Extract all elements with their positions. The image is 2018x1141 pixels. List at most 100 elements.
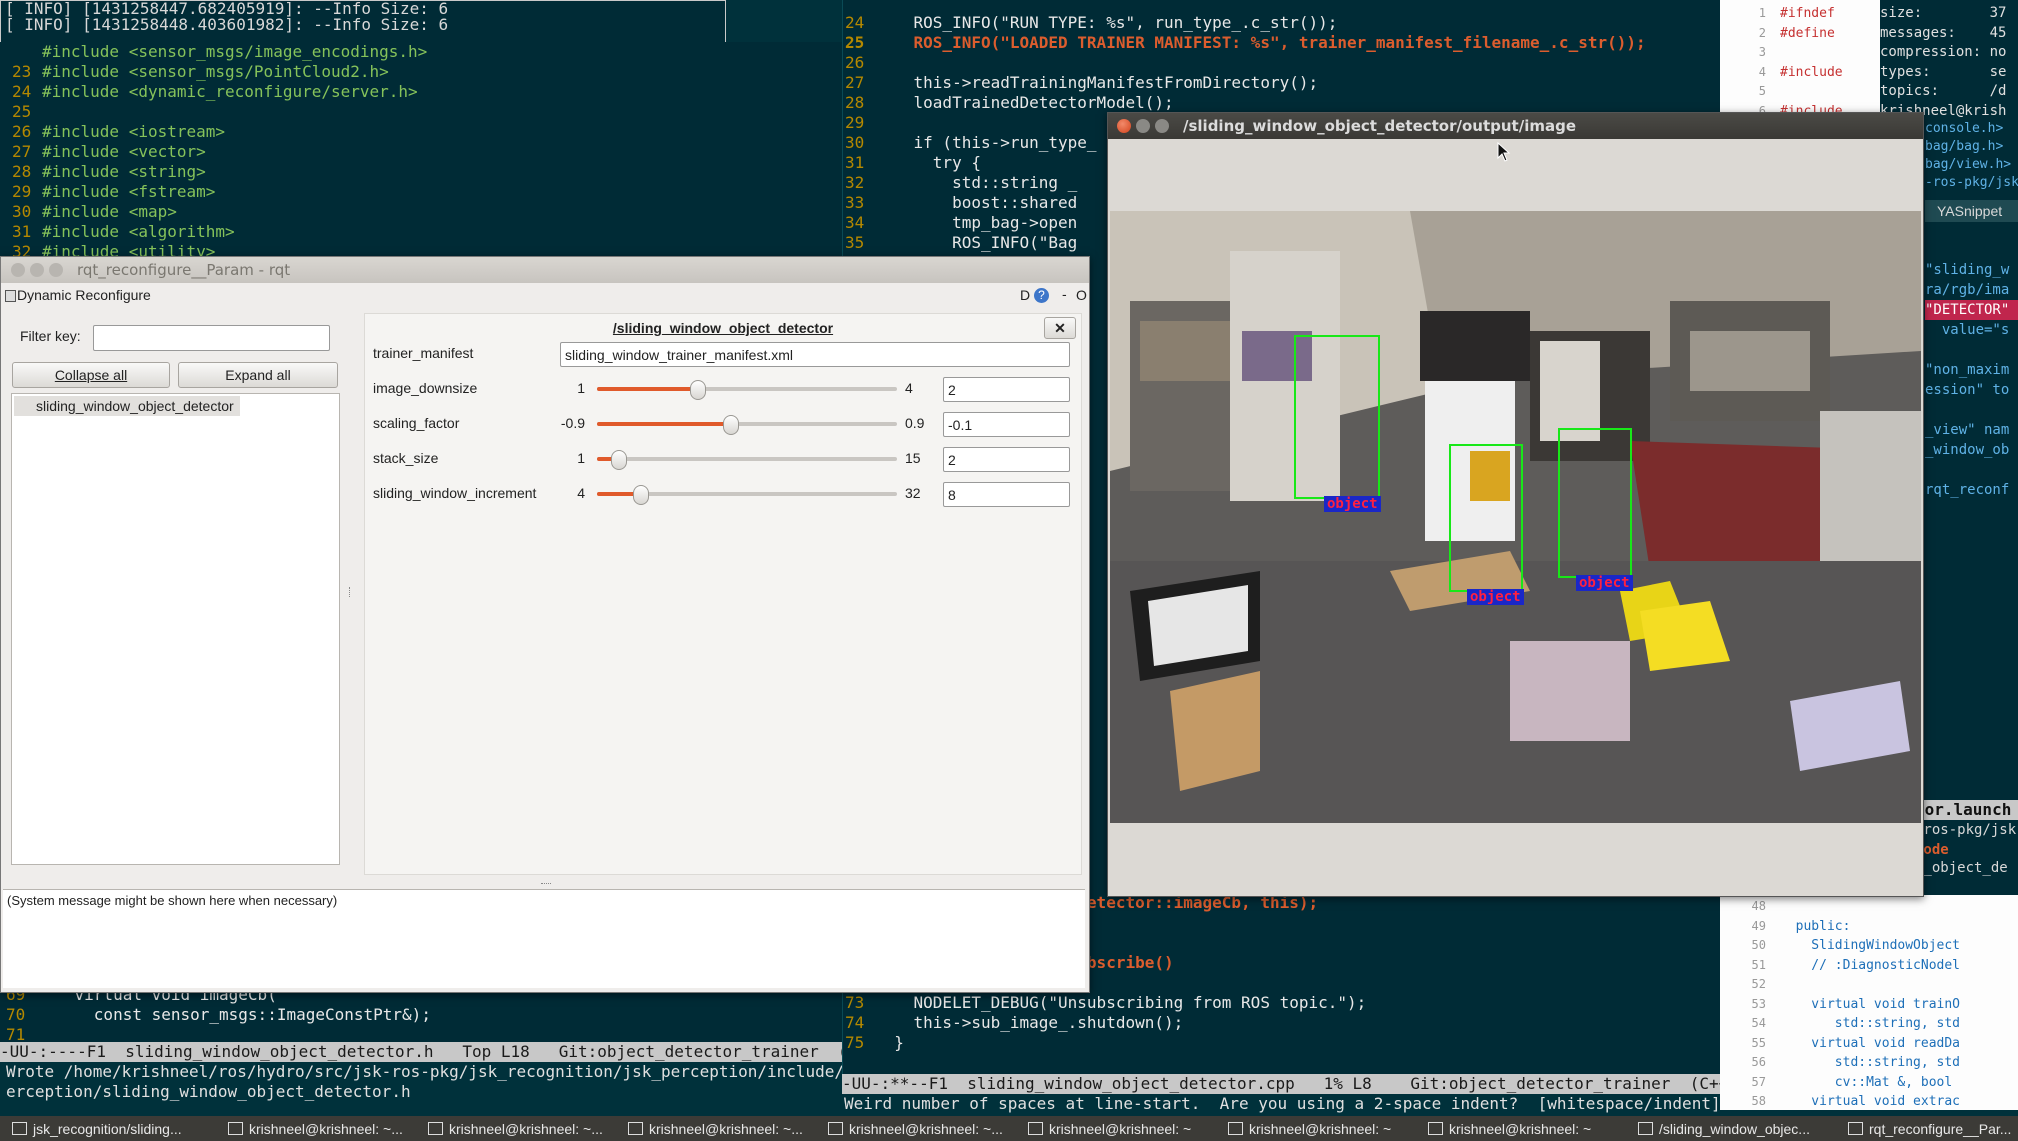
left-editor-bottom[interactable]: 69 virtual void imageCb(70 const sensor_… [0, 985, 842, 1045]
plugin-d-button[interactable]: D [1020, 287, 1030, 303]
line-number: 73 [845, 993, 865, 1012]
code-text: std::string, std [1780, 1016, 1961, 1031]
maximize-icon[interactable] [49, 263, 63, 277]
close-icon[interactable] [11, 263, 25, 277]
status-splitter[interactable] [541, 883, 551, 886]
close-icon[interactable] [1117, 119, 1131, 133]
code-line: 52 [1720, 975, 2018, 995]
window-icon [1028, 1122, 1043, 1135]
line-number: 74 [845, 1013, 865, 1032]
slider-max-label: 0.9 [905, 415, 925, 431]
code-line: 56 std::string, std [1720, 1053, 2018, 1073]
tree-item[interactable]: sliding_window_object_detector [14, 396, 240, 416]
line-number: 58 [1751, 1094, 1766, 1108]
snippet-line: -ros-pkg/jsk [1925, 175, 2018, 190]
code-text: virtual void readDa [1780, 1035, 1961, 1051]
param-slider[interactable] [597, 412, 897, 437]
bag-info-line: types: se [1880, 63, 2007, 80]
param-value-input[interactable]: -0.1 [943, 412, 1070, 437]
line-number: 5 [1758, 84, 1766, 98]
bag-info-line: topics: /d [1880, 83, 2007, 99]
plugin-minimize-button[interactable]: - [1062, 286, 1067, 302]
close-node-button[interactable]: ✕ [1044, 317, 1076, 339]
slider-handle[interactable] [611, 450, 628, 470]
code-line: 30 #include <map> [12, 202, 842, 222]
taskbar-item[interactable]: krishneel@krishneel: ~ [1228, 1119, 1418, 1139]
code-text: #include <utility> [42, 242, 216, 257]
line-number: 31 [845, 153, 865, 172]
taskbar-item-label: krishneel@krishneel: ~ [1249, 1121, 1392, 1137]
collapse-all-button[interactable]: Collapse all [12, 362, 170, 388]
param-value-input[interactable]: 8 [943, 482, 1070, 507]
line-number: 1 [1758, 6, 1766, 20]
code-line: 2 #define [1720, 24, 1880, 44]
line-number: 2 [1758, 25, 1766, 40]
line-number: 28 [12, 162, 32, 181]
code-text: if (this->run_type_ [875, 133, 1097, 152]
minimize-icon[interactable] [1136, 119, 1150, 133]
taskbar-item[interactable]: krishneel@krishneel: ~ [1428, 1119, 1618, 1139]
launch-line: rqt_reconf [1925, 482, 2010, 498]
expand-all-button[interactable]: Expand all [178, 362, 338, 388]
node-tree[interactable]: sliding_window_object_detector [11, 393, 340, 865]
splitter-handle[interactable] [349, 587, 353, 597]
launch-line: "DETECTOR" [1925, 300, 2018, 320]
detection-label: object [1467, 589, 1524, 605]
param-value-input[interactable]: 2 [943, 447, 1070, 472]
taskbar-item[interactable]: jsk_recognition/sliding... [12, 1119, 217, 1139]
rqt-window[interactable]: rqt_reconfigure__Param - rqt Dynamic Rec… [0, 256, 1090, 993]
taskbar-item[interactable]: krishneel@krishneel: ~... [428, 1119, 618, 1139]
terminal-line: [ INFO] [1431258448.403601982]: --Info S… [5, 15, 449, 34]
taskbar-item[interactable]: krishneel@krishneel: ~... [828, 1119, 1018, 1139]
slider-max-label: 32 [905, 485, 921, 501]
plugin-header: Dynamic Reconfigure D ? - O [1, 283, 1089, 309]
code-text: public: [1780, 918, 1851, 934]
taskbar-item[interactable]: rqt_reconfigure__Par... [1848, 1119, 2013, 1139]
code-line: 75 } [845, 1033, 1721, 1053]
launch-line: ession" to [1925, 382, 2010, 398]
slider-handle[interactable] [689, 380, 706, 400]
middle-minibuffer: Weird number of spaces at line-start. Ar… [844, 1094, 1720, 1113]
code-line: 24 #include <dynamic_reconfigure/server.h… [12, 82, 842, 102]
image-view-titlebar[interactable]: /sliding_window_object_detector/output/i… [1108, 113, 1923, 139]
param-value-input[interactable]: 2 [943, 377, 1070, 402]
filter-key-input[interactable] [93, 325, 330, 351]
slider-min-label: -0.9 [560, 415, 585, 431]
line-number: 29 [12, 182, 32, 201]
code-text: #include <iostream> [42, 122, 226, 141]
snippet-line: bag/bag.h> [1925, 139, 2004, 154]
line-number: 24 [845, 13, 865, 32]
taskbar-item[interactable]: /sliding_window_objec... [1638, 1119, 1838, 1139]
slider-handle[interactable] [723, 415, 740, 435]
param-slider[interactable] [597, 447, 897, 472]
bag-info: size: 37 messages: 45 compression: no types… [1880, 4, 2018, 121]
detection-box [1558, 428, 1632, 578]
taskbar-item[interactable]: krishneel@krishneel: ~ [1028, 1119, 1218, 1139]
code-text: #include <dynamic_reconfigure/server.h> [42, 82, 418, 101]
line-number: 75 [845, 1033, 865, 1052]
param-slider[interactable] [597, 377, 897, 402]
slider-handle[interactable] [632, 485, 649, 505]
line-number: 35 [845, 233, 865, 252]
taskbar-item-label: krishneel@krishneel: ~... [449, 1121, 603, 1137]
left-editor[interactable]: #include <sensor_msgs/image_encodings.h>… [0, 42, 842, 257]
camera-image[interactable]: object object object [1110, 211, 1921, 823]
code-line: 27 #include <vector> [12, 142, 842, 162]
param-text-input[interactable]: sliding_window_trainer_manifest.xml [560, 342, 1070, 367]
rqt-titlebar[interactable]: rqt_reconfigure__Param - rqt [1, 257, 1089, 283]
taskbar-item-label: krishneel@krishneel: ~... [849, 1121, 1003, 1137]
minimize-icon[interactable] [30, 263, 44, 277]
taskbar-item[interactable]: krishneel@krishneel: ~... [228, 1119, 418, 1139]
maximize-icon[interactable] [1155, 119, 1169, 133]
image-view-window[interactable]: /sliding_window_object_detector/output/i… [1107, 112, 1924, 897]
plugin-close-button[interactable]: O [1076, 287, 1087, 303]
bag-info-line: size: 37 [1880, 5, 2007, 21]
code-line: 57 cv::Mat &, bool [1720, 1073, 2018, 1093]
code-line: 73 NODELET_DEBUG("Unsubscribing from ROS… [845, 993, 1721, 1013]
code-text: std::string, std [1780, 1055, 1961, 1070]
detection-box [1294, 335, 1380, 499]
help-icon[interactable]: ? [1034, 288, 1049, 303]
param-slider[interactable] [597, 482, 897, 507]
left-minibuffer: Wrote /home/krishneel/ros/hydro/src/jsk-… [6, 1062, 842, 1101]
taskbar-item[interactable]: krishneel@krishneel: ~... [628, 1119, 818, 1139]
